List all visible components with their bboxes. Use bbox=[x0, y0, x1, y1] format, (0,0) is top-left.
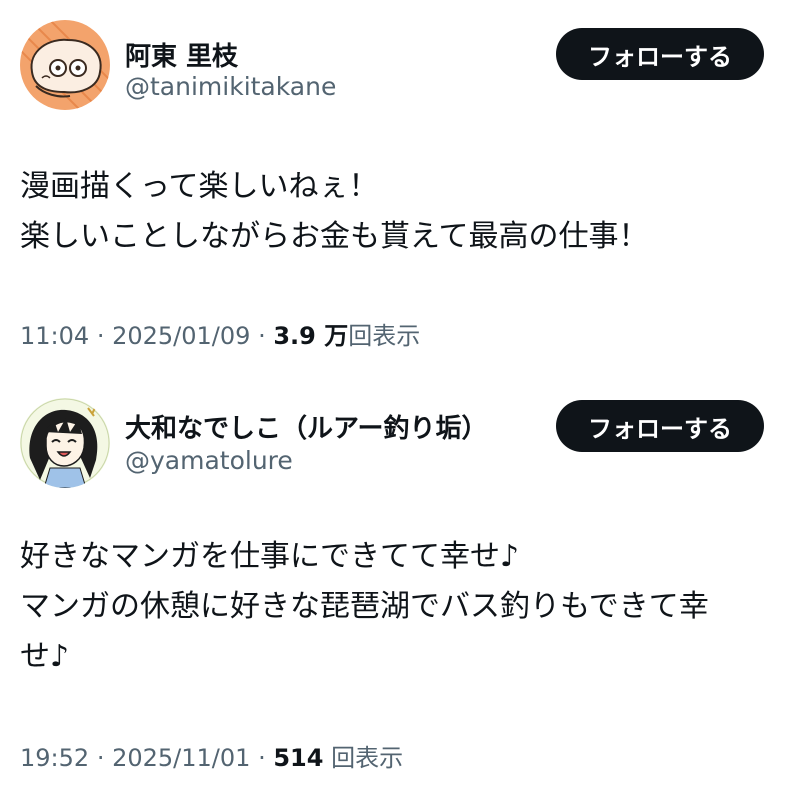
user-handle[interactable]: @yamatolure bbox=[125, 446, 293, 475]
tweet-text: 漫画描くって楽しいねぇ！ 楽しいことしながらお金も貰えて最高の仕事！ bbox=[20, 162, 764, 262]
follow-button[interactable]: フォローする bbox=[556, 28, 764, 80]
tweet-text-line: 漫画描くって楽しいねぇ！ bbox=[20, 169, 379, 204]
tweet-text: 好きなマンガを仕事にできてて幸せ♪ マンガの休憩に好きな琵琶湖でバス釣りもできて… bbox=[20, 532, 764, 682]
tweet-meta: 11:04 · 2025/01/09 · 3.9 万回表示 bbox=[20, 316, 420, 351]
views-label: 回表示 bbox=[348, 322, 421, 350]
meta-separator: · bbox=[258, 322, 266, 350]
display-name[interactable]: 阿東 里枝 bbox=[125, 36, 238, 73]
tweet: 阿東 里枝 @tanimikitakane フォローする 漫画描くって楽しいねぇ… bbox=[0, 0, 800, 380]
meta-separator: · bbox=[258, 744, 266, 772]
meta-separator: · bbox=[96, 744, 105, 772]
meta-separator: · bbox=[96, 322, 105, 350]
avatar[interactable] bbox=[20, 20, 110, 110]
tweet-text-line: せ♪ bbox=[20, 639, 70, 674]
cartoon-face-avatar-icon bbox=[20, 20, 110, 110]
tweet-time[interactable]: 19:52 bbox=[20, 744, 89, 772]
tweet-text-line: 楽しいことしながらお金も貰えて最高の仕事！ bbox=[20, 219, 649, 254]
tweet-time[interactable]: 11:04 bbox=[20, 322, 89, 350]
tweet-date[interactable]: 2025/01/09 bbox=[112, 322, 250, 350]
follow-button[interactable]: フォローする bbox=[556, 400, 764, 452]
tweet-meta: 19:52 · 2025/11/01 · 514 回表示 bbox=[20, 738, 403, 773]
avatar[interactable] bbox=[20, 398, 110, 488]
tweet-date[interactable]: 2025/11/01 bbox=[112, 744, 250, 772]
views-count: 514 bbox=[273, 744, 324, 772]
tweet: 大和なでしこ（ルアー釣り垢） @yamatolure フォローする 好きなマンガ… bbox=[0, 380, 800, 793]
anime-girl-avatar-icon bbox=[20, 398, 110, 488]
views-label: 回表示 bbox=[331, 744, 404, 772]
display-name[interactable]: 大和なでしこ（ルアー釣り垢） bbox=[125, 408, 487, 445]
tweet-text-line: 好きなマンガを仕事にできてて幸せ♪ bbox=[20, 539, 520, 574]
user-handle[interactable]: @tanimikitakane bbox=[125, 72, 336, 101]
views-count: 3.9 万 bbox=[273, 322, 349, 350]
tweet-text-line: マンガの休憩に好きな琵琶湖でバス釣りもできて幸 bbox=[20, 589, 709, 624]
